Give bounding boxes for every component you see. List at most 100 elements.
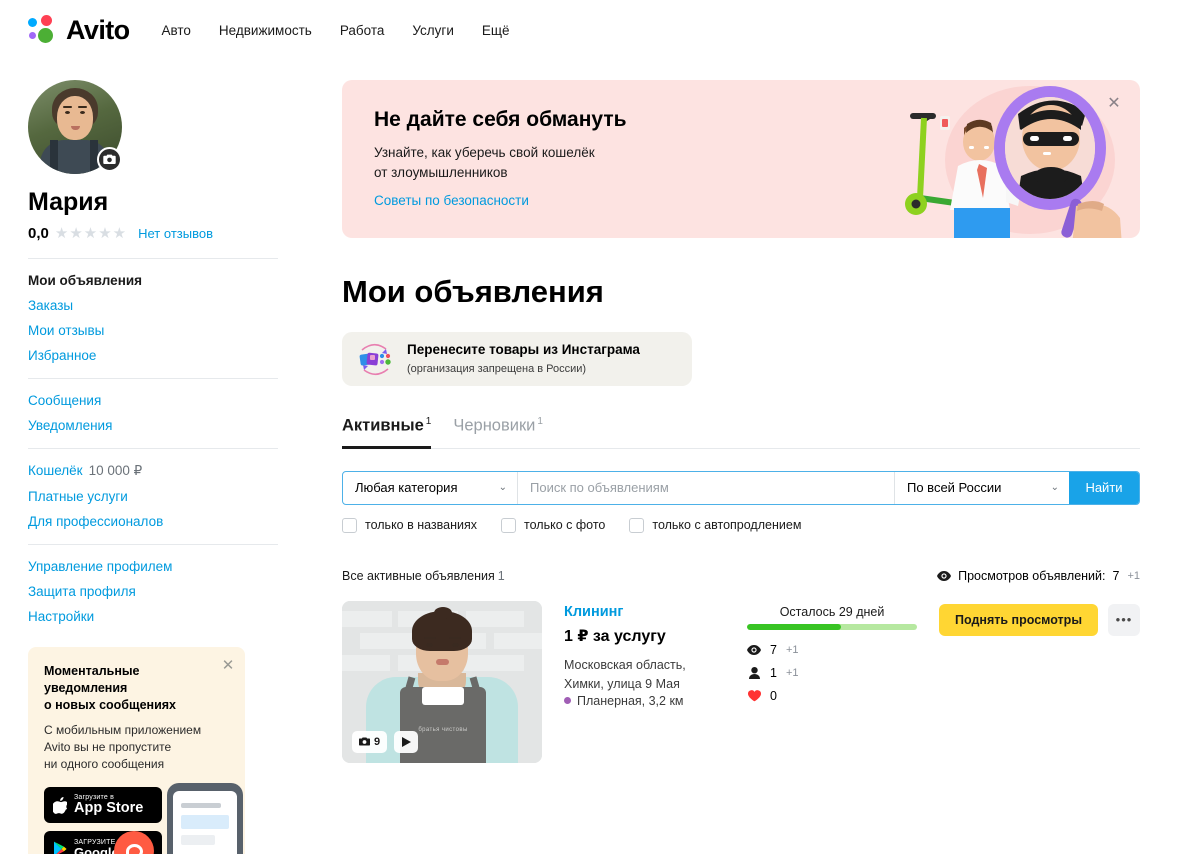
total-views-label: Просмотров объявлений:: [958, 568, 1106, 583]
nav-item-more[interactable]: Ещё: [482, 23, 510, 38]
checkbox-icon[interactable]: [629, 517, 645, 533]
rating-value: 0,0: [28, 225, 49, 242]
promo-sub-line2: Avito вы не пропустите: [44, 740, 172, 754]
rating-stars: ★ ★ ★ ★ ★: [55, 226, 126, 241]
listing-category-link[interactable]: Клининг: [564, 604, 623, 620]
safety-banner-text: Не дайте себя обмануть Узнайте, как убер…: [342, 80, 1140, 208]
promo-title-line3: о новых сообщениях: [44, 698, 177, 712]
site-header: Avito Авто Недвижимость Работа Услуги Ещ…: [0, 0, 1200, 60]
banner-sub-line2: от злоумышленников: [374, 165, 508, 180]
sidebar-group-profile: Управление профилем Защита профиля Настр…: [28, 558, 278, 625]
camera-icon[interactable]: [97, 147, 122, 172]
category-select[interactable]: Любая категория ⌄: [343, 471, 518, 504]
filter-titles-only-label: только в названиях: [365, 518, 478, 532]
instagram-import-card[interactable]: Перенесите товары из Инстаграма (организ…: [342, 332, 692, 386]
nav-item-services[interactable]: Услуги: [412, 23, 454, 38]
star-icon: ★: [83, 225, 98, 242]
sidebar-item-notifications[interactable]: Уведомления: [28, 417, 278, 434]
listing-summary-row: Все активные объявления 1 Просмотров объя…: [342, 569, 1140, 601]
promo-title: Моментальные уведомления о новых сообщен…: [44, 663, 229, 714]
instagram-transfer-icon: [356, 342, 394, 376]
nav-item-realty[interactable]: Недвижимость: [219, 23, 312, 38]
instagram-card-title: Перенесите товары из Инстаграма: [407, 342, 640, 357]
total-views-delta: +1: [1127, 569, 1140, 582]
promo-sub-line3: ни одного сообщения: [44, 757, 165, 771]
thumbnail-brand-text: братья чистовы: [418, 726, 468, 733]
avatar[interactable]: [28, 80, 122, 174]
sidebar-item-paid-services[interactable]: Платные услуги: [28, 488, 278, 505]
person-icon: [747, 666, 761, 679]
sidebar-item-my-ads[interactable]: Мои объявления: [28, 272, 278, 289]
category-select-value: Любая категория: [355, 480, 458, 495]
star-icon: ★: [69, 225, 83, 242]
phone-screen-illustration: [173, 791, 237, 854]
filter-with-photo-label: только с фото: [524, 518, 606, 532]
stat-views: 7 +1: [747, 643, 917, 657]
nav-item-jobs[interactable]: Работа: [340, 23, 385, 38]
close-icon[interactable]: ✕: [1106, 96, 1122, 112]
geo-select[interactable]: По всей России ⌄: [894, 471, 1069, 504]
checkbox-icon[interactable]: [501, 517, 517, 533]
sidebar-item-messages[interactable]: Сообщения: [28, 392, 278, 409]
tab-drafts-count: 1: [537, 416, 543, 427]
promote-views-button[interactable]: Поднять просмотры: [939, 603, 1098, 636]
sidebar-group-communication: Сообщения Уведомления: [28, 392, 278, 434]
search-filters: только в названиях только с фото только …: [342, 517, 1140, 533]
promo-sub-line1: С мобильным приложением: [44, 723, 202, 737]
divider: [28, 544, 278, 545]
listing-metro-label: Планерная, 3,2 км: [577, 693, 684, 708]
avito-logo-icon: [28, 15, 58, 45]
listing-info: Клининг 1 ₽ за услугу Московская область…: [564, 601, 725, 708]
page-body: Мария 0,0 ★ ★ ★ ★ ★ Нет отзывов Мои объя…: [0, 60, 1200, 854]
sidebar-item-favorites[interactable]: Избранное: [28, 347, 278, 364]
more-options-button[interactable]: •••: [1108, 603, 1140, 636]
photo-count-value: 9: [374, 735, 381, 748]
sidebar-item-profile-protection[interactable]: Защита профиля: [28, 583, 278, 600]
search-bar: Любая категория ⌄ По всей России ⌄ Найти: [342, 470, 1140, 505]
stat-contacts-delta: +1: [785, 666, 799, 679]
sidebar-item-manage-profile[interactable]: Управление профилем: [28, 558, 278, 575]
wallet-amount: 10 000 ₽: [88, 463, 143, 478]
star-icon: ★: [98, 225, 112, 242]
all-active-count: 1: [497, 568, 505, 583]
filter-titles-only[interactable]: только в названиях: [342, 517, 478, 533]
app-promo-card: ✕ Моментальные уведомления о новых сообщ…: [28, 647, 245, 854]
promo-title-line2: уведомления: [44, 681, 128, 695]
avito-logo[interactable]: Avito: [28, 15, 130, 46]
checkbox-icon[interactable]: [342, 517, 357, 533]
nav-item-auto[interactable]: Авто: [162, 23, 191, 38]
sidebar-item-my-reviews[interactable]: Мои отзывы: [28, 322, 278, 339]
filter-with-photo[interactable]: только с фото: [501, 517, 606, 533]
chevron-down-icon: ⌄: [498, 482, 507, 493]
sidebar-item-orders[interactable]: Заказы: [28, 297, 278, 314]
main-nav: Авто Недвижимость Работа Услуги Ещё: [162, 23, 510, 38]
google-play-icon: [54, 841, 67, 854]
all-active-label: Все активные объявления 1: [342, 569, 505, 583]
play-video-button[interactable]: [394, 730, 419, 753]
tab-active-listings[interactable]: Активные 1: [342, 416, 432, 448]
stat-favorites: 0: [747, 689, 917, 703]
sidebar-item-for-pros[interactable]: Для профессионалов: [28, 513, 278, 530]
thumbnail-badges: 9: [352, 730, 419, 753]
sidebar-item-wallet[interactable]: Кошелёк 10 000 ₽: [28, 462, 278, 480]
tab-drafts[interactable]: Черновики 1: [453, 416, 543, 448]
appstore-badge[interactable]: Загрузите в App Store: [44, 787, 162, 823]
tab-active-count: 1: [425, 416, 432, 427]
find-button[interactable]: Найти: [1069, 471, 1139, 504]
search-input[interactable]: [518, 471, 894, 504]
safety-tips-link[interactable]: Советы по безопасности: [374, 193, 1140, 208]
sidebar-item-settings[interactable]: Настройки: [28, 608, 278, 625]
no-reviews-link[interactable]: Нет отзывов: [138, 226, 213, 241]
photo-count-badge[interactable]: 9: [352, 730, 388, 753]
star-icon: ★: [54, 225, 69, 242]
chevron-down-icon: ⌄: [1050, 482, 1059, 493]
stat-favorites-value: 0: [770, 688, 777, 703]
geo-select-value: По всей России: [907, 480, 1002, 495]
listing-thumbnail[interactable]: братья чистовы 9: [342, 600, 542, 763]
instagram-card-note: (организация запрещена в России): [407, 363, 587, 375]
apple-icon: [53, 796, 67, 814]
play-icon: [401, 736, 411, 747]
close-icon[interactable]: ✕: [221, 658, 235, 673]
stat-views-value: 7: [770, 642, 777, 657]
filter-autorenew[interactable]: только с автопродлением: [629, 517, 801, 533]
